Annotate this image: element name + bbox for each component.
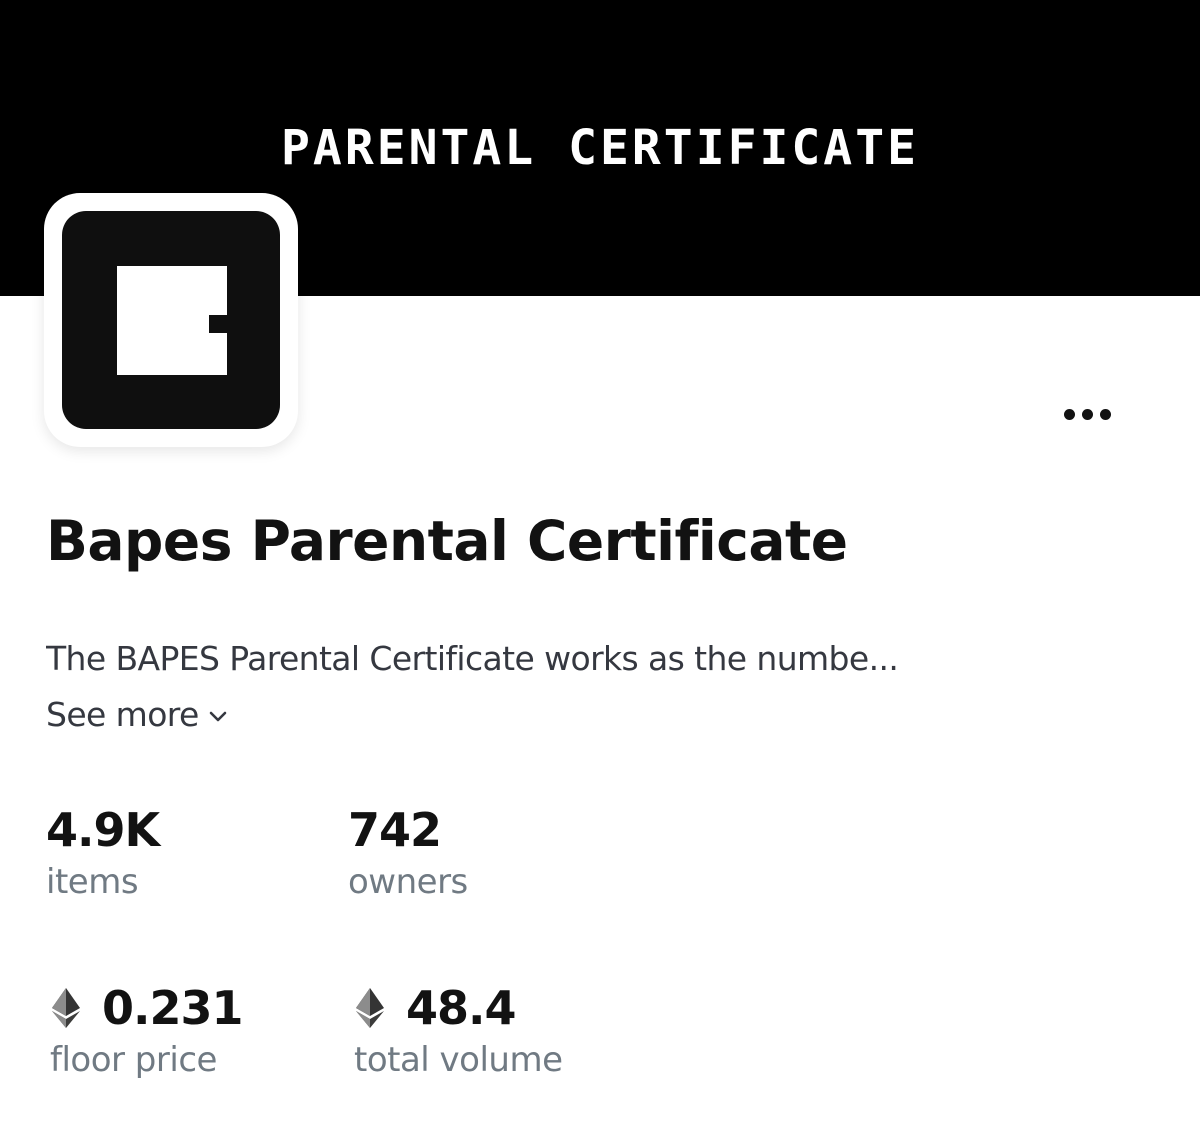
chevron-down-icon — [209, 711, 227, 722]
more-dot — [1100, 409, 1111, 420]
see-more-label: See more — [46, 695, 199, 734]
certificate-logo-icon — [62, 211, 280, 429]
collection-description: The BAPES Parental Certificate works as … — [46, 639, 899, 678]
ethereum-icon — [52, 988, 80, 1028]
stat-items-label: items — [46, 862, 139, 902]
more-dot — [1082, 409, 1093, 420]
collection-title: Bapes Parental Certificate — [46, 509, 848, 573]
stat-items[interactable]: 4.9K items — [46, 801, 160, 905]
stat-floor-price-value: 0.231 — [102, 981, 244, 1035]
collection-avatar[interactable] — [44, 193, 298, 447]
stat-total-volume-label: total volume — [354, 1040, 563, 1080]
stat-floor-price-label: floor price — [50, 1040, 217, 1080]
stat-floor-price[interactable]: 0.231 floor price — [46, 979, 244, 1083]
banner-title: PARENTAL CERTIFICATE — [281, 120, 919, 176]
stat-items-value: 4.9K — [46, 803, 160, 857]
stat-owners-value: 742 — [348, 803, 442, 857]
stat-total-volume[interactable]: 48.4 total volume — [350, 979, 563, 1083]
more-horizontal-icon — [1064, 409, 1075, 420]
stat-owners[interactable]: 742 owners — [348, 801, 468, 905]
stat-total-volume-value: 48.4 — [406, 981, 516, 1035]
stat-owners-label: owners — [348, 862, 468, 902]
more-options-button[interactable] — [1060, 398, 1116, 434]
ethereum-icon — [356, 988, 384, 1028]
see-more-button[interactable]: See more — [46, 692, 227, 738]
